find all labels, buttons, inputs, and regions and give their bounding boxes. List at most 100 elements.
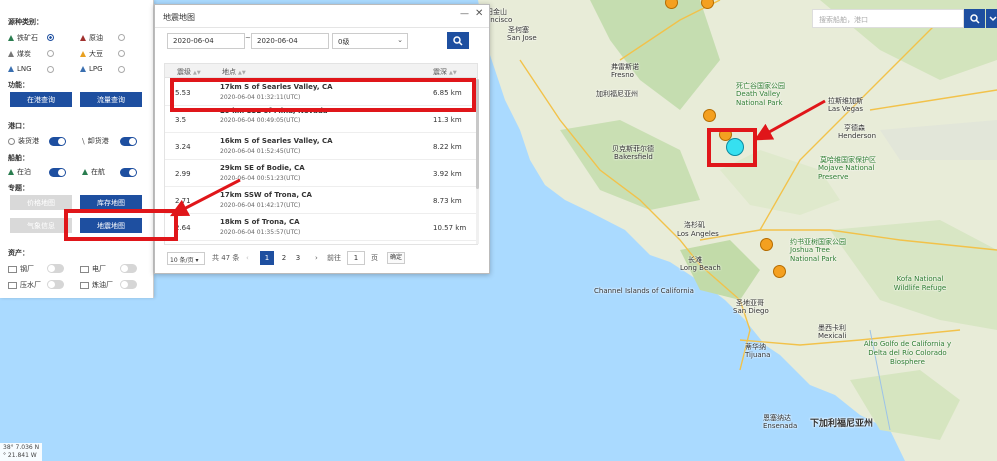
- time-cell: 2020-06-04 01:52:45(UTC): [220, 148, 301, 155]
- option-label: 钢厂: [20, 265, 34, 273]
- depth-cell: 8.22 km: [433, 143, 462, 151]
- magnitude-cell: 3.24: [175, 143, 191, 151]
- ship-berthed-toggle[interactable]: [49, 168, 66, 177]
- ship-sailing-option: 在航: [82, 167, 105, 177]
- expand-icon: [989, 16, 997, 22]
- time-cell: 2020-06-04 01:42:17(UTC): [220, 202, 301, 209]
- earthquake-marker[interactable]: [773, 265, 786, 278]
- map-search-input[interactable]: 搜索船舶，港口: [812, 9, 964, 28]
- time-cell: 2020-06-04 01:35:57(UTC): [220, 229, 301, 236]
- page-button[interactable]: 3: [291, 251, 305, 265]
- power-plant-toggle[interactable]: [120, 264, 137, 273]
- flow-query-button[interactable]: 流量查询: [80, 92, 142, 107]
- table-row[interactable]: 2.71 17km SSW of Trona, CA 2020-06-04 01…: [165, 187, 477, 214]
- map-search-button[interactable]: [964, 9, 985, 28]
- next-page-icon[interactable]: ›: [315, 252, 318, 265]
- latitude-readout: 38° 7.036 N: [3, 444, 40, 451]
- map-label: Death Valley National Park: [736, 90, 783, 107]
- radio-iron-ore[interactable]: [47, 34, 54, 41]
- ship-green-icon: [8, 35, 14, 41]
- earthquake-marker[interactable]: [703, 109, 716, 122]
- price-map-button[interactable]: 价格地图: [10, 195, 72, 210]
- fuel-option-iron-ore[interactable]: 铁矿石: [8, 33, 38, 43]
- map-label: 加利福尼亚州: [596, 90, 638, 98]
- fuel-option-coal[interactable]: 煤炭: [8, 49, 31, 59]
- map-label: San Diego: [733, 307, 769, 315]
- depth-cell: 10.57 km: [433, 224, 467, 232]
- search-icon: [969, 13, 980, 24]
- search-icon: [453, 35, 463, 46]
- option-label: 煤炭: [17, 50, 31, 58]
- coordinate-readout: 38° 7.036 N ° 21.841 W: [0, 443, 43, 461]
- radio-lng[interactable]: [47, 66, 54, 73]
- time-cell: 2020-06-04 00:49:05(UTC): [220, 117, 301, 124]
- in-port-query-button[interactable]: 在港查询: [10, 92, 72, 107]
- radio-soybean[interactable]: [118, 50, 125, 57]
- port-loading-option: 装货港: [8, 136, 39, 146]
- ship-grey-icon: [8, 51, 14, 57]
- table-scrollbar-thumb[interactable]: [476, 79, 479, 189]
- table-row[interactable]: 2.99 29km SE of Bodie, CA 2020-06-04 00:…: [165, 160, 477, 187]
- column-header-level[interactable]: 震级 ▲▼: [177, 67, 201, 77]
- fuel-option-lng[interactable]: LNG: [8, 65, 32, 73]
- radio-crude-oil[interactable]: [118, 34, 125, 41]
- map-label: 下加利福尼亚州: [810, 419, 874, 429]
- map-label: Mojave National Preserve: [818, 164, 875, 181]
- port-unloading-toggle[interactable]: [120, 137, 137, 146]
- table-row[interactable]: 2.64 18km S of Trona, CA 2020-06-04 01:3…: [165, 214, 477, 241]
- water-plant-toggle[interactable]: [47, 280, 64, 289]
- highlight-box-map-marker: [707, 128, 757, 167]
- dialog-title: 地震地图: [163, 13, 195, 22]
- ship-blue-icon: [80, 66, 86, 72]
- fuel-option-crude-oil[interactable]: 原油: [80, 33, 103, 43]
- place-cell: 16km S of Searles Valley, CA: [220, 137, 333, 145]
- factory-icon: [80, 265, 89, 273]
- option-label: 大豆: [89, 50, 103, 58]
- map-label: Henderson: [838, 132, 877, 140]
- weather-info-button[interactable]: 气象信息: [10, 218, 72, 233]
- map-layer-button[interactable]: [986, 9, 997, 28]
- date-from-input[interactable]: 2020-06-04: [167, 33, 245, 49]
- radio-coal[interactable]: [47, 50, 54, 57]
- date-to-input[interactable]: 2020-06-04: [251, 33, 329, 49]
- dialog-search-button[interactable]: [447, 32, 469, 49]
- inventory-map-button[interactable]: 库存地图: [80, 195, 142, 210]
- goto-confirm-button[interactable]: 确定: [387, 252, 405, 264]
- port-loading-toggle[interactable]: [49, 137, 66, 146]
- prev-page-icon[interactable]: ‹: [246, 252, 249, 265]
- port-title: 港口：: [8, 122, 29, 130]
- goto-page-input[interactable]: 1: [347, 251, 365, 265]
- fuel-option-lpg[interactable]: LPG: [80, 65, 103, 73]
- map-label: Alto Golfo de California y Delta del Río…: [863, 340, 952, 366]
- ship-blue-icon: [8, 66, 14, 72]
- unload-icon: \: [82, 136, 85, 146]
- sort-icon: ▲▼: [449, 70, 457, 76]
- goto-label: 前往: [327, 254, 341, 262]
- option-label: LNG: [17, 65, 32, 73]
- fuel-option-soybean[interactable]: 大豆: [80, 49, 103, 59]
- minimize-icon[interactable]: —: [460, 9, 469, 19]
- level-select[interactable]: 0级 ⌄: [332, 33, 408, 49]
- close-icon[interactable]: ✕: [475, 8, 483, 19]
- table-row[interactable]: 3.24 16km S of Searles Valley, CA 2020-0…: [165, 133, 477, 160]
- map-label: Mexicali: [818, 332, 847, 340]
- steel-plant-toggle[interactable]: [47, 264, 64, 273]
- column-header-depth[interactable]: 震深 ▲▼: [433, 67, 457, 77]
- ship-title: 船舶：: [8, 154, 29, 162]
- page-button[interactable]: 2: [277, 251, 291, 265]
- place-cell: 29km SE of Bodie, CA: [220, 164, 305, 172]
- page-size-value: 10 条/页: [170, 257, 194, 264]
- radio-lpg[interactable]: [118, 66, 125, 73]
- page-button[interactable]: 1: [260, 251, 274, 265]
- option-label: 原油: [89, 34, 103, 42]
- ship-sailing-toggle[interactable]: [120, 168, 137, 177]
- option-label: LPG: [89, 65, 103, 73]
- highlight-box-earthquake-button: [64, 209, 178, 241]
- earthquake-marker[interactable]: [760, 238, 773, 251]
- page-size-select[interactable]: 10 条/页 ▾: [167, 252, 205, 265]
- page-unit-label: 页: [371, 254, 378, 262]
- column-header-place[interactable]: 地点 ▲▼: [222, 67, 246, 77]
- refinery-toggle[interactable]: [120, 280, 137, 289]
- control-panel: 源种类别： 铁矿石 原油 煤炭 大豆 LNG LPG 功能： 在港查询 流量查询…: [0, 0, 154, 298]
- magnitude-cell: 2.99: [175, 170, 191, 178]
